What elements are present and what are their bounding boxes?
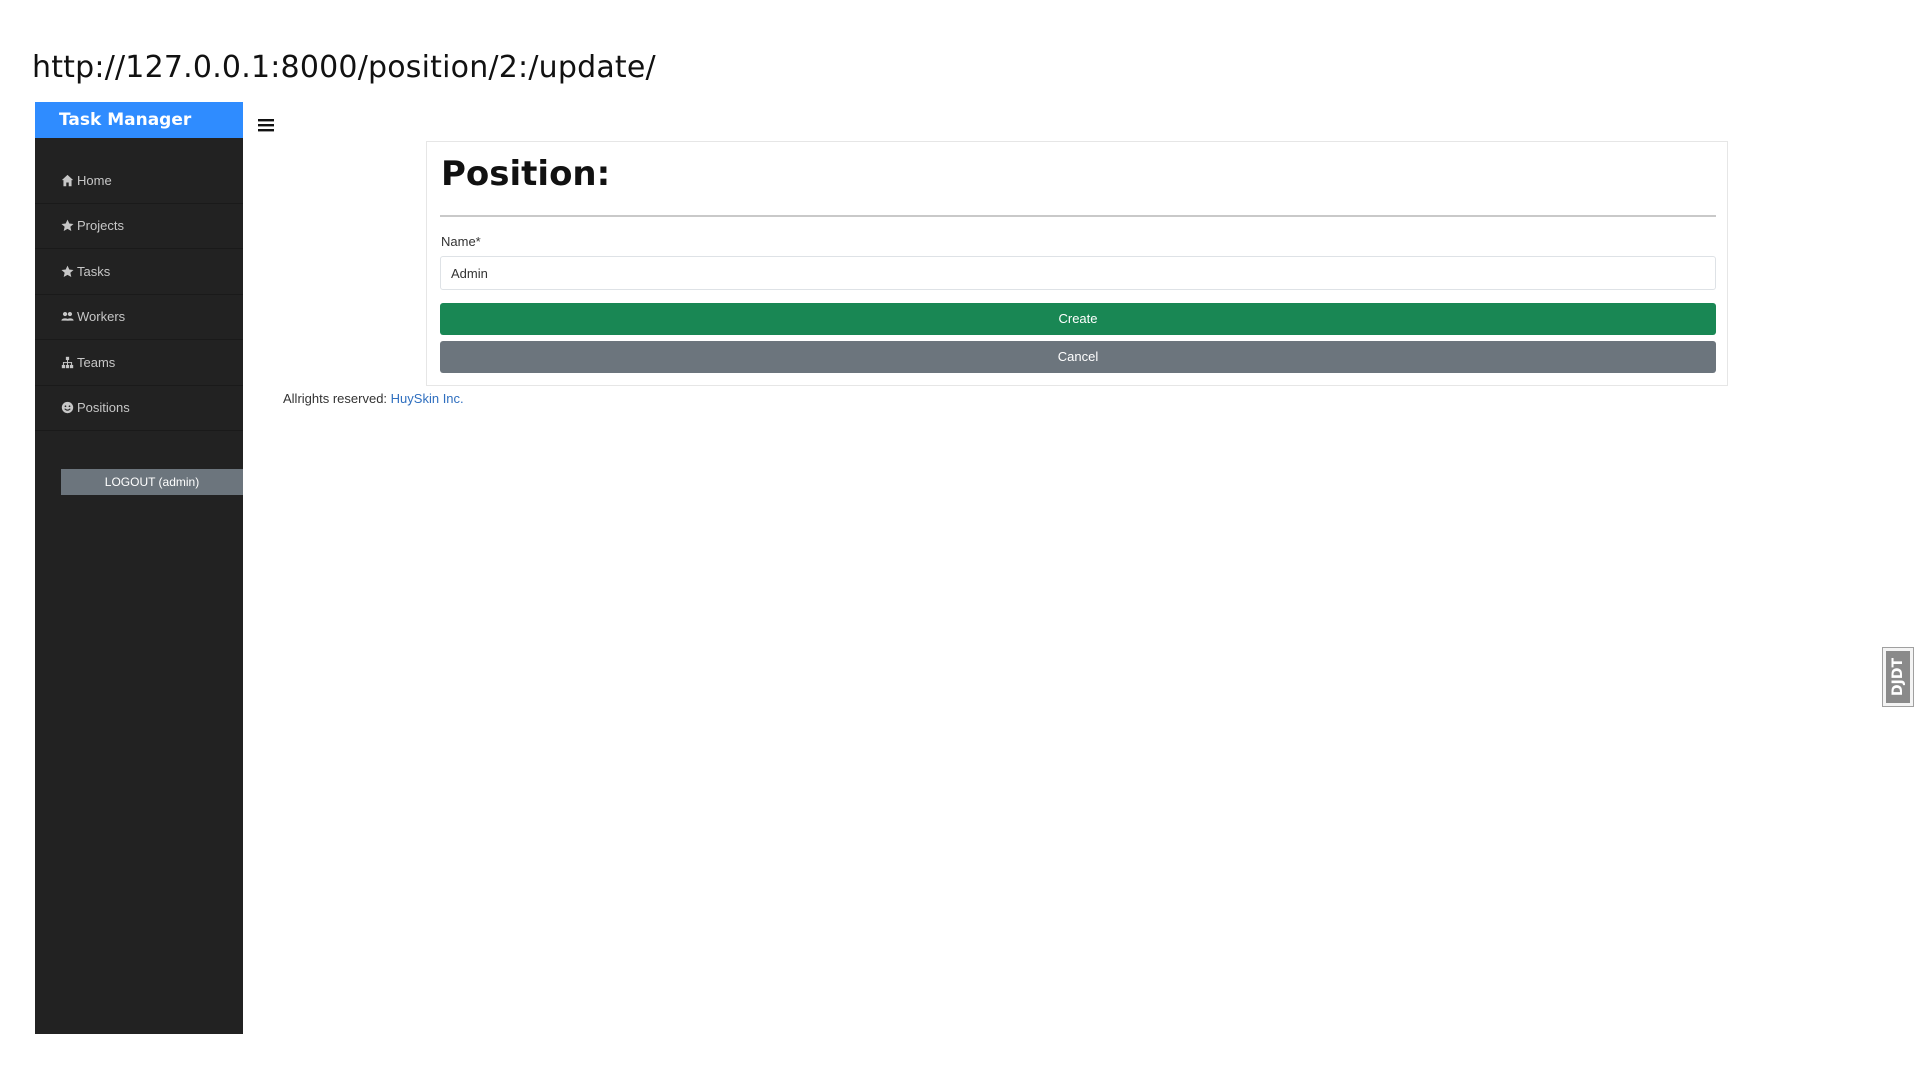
footer-link[interactable]: HuySkin Inc. <box>391 391 464 406</box>
sidebar-brand[interactable]: Task Manager <box>35 102 243 138</box>
sidebar-item-label: Tasks <box>77 263 111 279</box>
sitemap-icon <box>60 355 74 369</box>
sidebar-item-positions[interactable]: Positions <box>35 386 243 431</box>
footer-text: Allrights reserved: <box>283 391 388 406</box>
sidebar-item-label: Workers <box>77 309 126 325</box>
home-icon <box>60 173 74 187</box>
sidebar-item-label: Positions <box>77 400 130 416</box>
users-icon <box>60 310 74 324</box>
hamburger-icon[interactable] <box>256 116 276 134</box>
sidebar-item-teams[interactable]: Teams <box>35 340 243 386</box>
face-icon <box>60 401 74 415</box>
sidebar-item-projects[interactable]: Projects <box>35 204 243 249</box>
title-divider <box>440 215 1716 217</box>
debug-toolbar-label-box: DJDT <box>1886 651 1910 703</box>
footer: Allrights reserved: HuySkin Inc. <box>283 391 464 406</box>
sidebar-item-label: Projects <box>77 218 124 234</box>
create-button[interactable]: Create <box>440 303 1716 335</box>
position-form-card: Position: Name* Create Cancel <box>426 141 1728 386</box>
debug-toolbar-label: DJDT <box>1890 657 1907 697</box>
name-field-label: Name* <box>441 234 481 249</box>
sidebar-item-label: Teams <box>77 354 116 370</box>
sidebar-item-label: Home <box>77 172 112 188</box>
cancel-button[interactable]: Cancel <box>440 341 1716 373</box>
sidebar-nav: Home Projects Tasks Workers Teams Positi… <box>35 158 243 431</box>
page-title: Position: <box>441 154 611 194</box>
star-icon <box>60 219 74 233</box>
sidebar-item-workers[interactable]: Workers <box>35 295 243 340</box>
sidebar: Task Manager Home Projects Tasks Workers <box>35 102 243 1034</box>
url-address: http://127.0.0.1:8000/position/2:/update… <box>32 50 656 85</box>
debug-toolbar-handle[interactable]: DJDT <box>1882 647 1914 707</box>
name-field[interactable] <box>440 256 1716 290</box>
logout-button[interactable]: LOGOUT (admin) <box>61 469 243 495</box>
sidebar-item-tasks[interactable]: Tasks <box>35 249 243 295</box>
sidebar-item-home[interactable]: Home <box>35 158 243 204</box>
star-icon <box>60 264 74 278</box>
